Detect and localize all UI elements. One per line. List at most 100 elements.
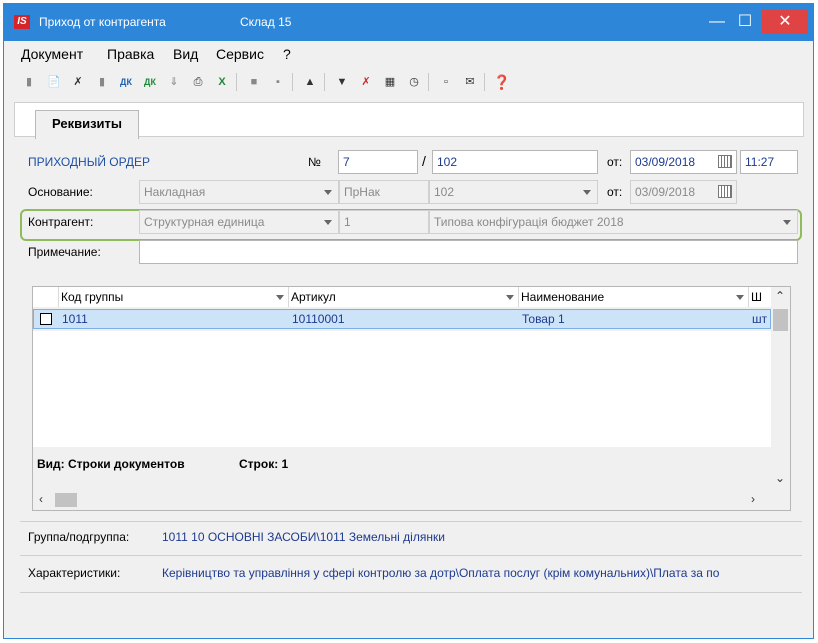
cell-name: Товар 1: [522, 312, 565, 326]
divider: [20, 592, 802, 593]
main-window: IS Приход от контрагента Склад 15 — ☐ ✕ …: [3, 3, 814, 639]
contractor-type-value: Структурная единица: [144, 215, 265, 229]
dk-debit-icon[interactable]: ДК: [140, 72, 160, 92]
delete-doc-icon[interactable]: ✗: [68, 72, 88, 92]
date-value: 03/09/2018: [635, 155, 696, 169]
column-header[interactable]: Ш: [749, 287, 771, 307]
time-field[interactable]: 11:27: [740, 150, 798, 174]
move-down-icon[interactable]: ⇓: [164, 72, 184, 92]
column-header-label: Артикул: [291, 290, 336, 304]
characteristics-label: Характеристики:: [28, 566, 121, 580]
date-field[interactable]: 03/09/2018: [630, 150, 737, 174]
scroll-left-icon[interactable]: ‹: [39, 492, 43, 506]
grid-header: Код группы Артикул Наименование Ш: [33, 287, 771, 307]
column-header-label: Наименование: [521, 290, 605, 304]
paste-icon[interactable]: ▮: [92, 72, 112, 92]
cell-unit: шт: [752, 312, 768, 326]
tree-icon[interactable]: ▲: [300, 72, 320, 92]
window-subtitle: Склад 15: [240, 15, 292, 29]
copy-icon[interactable]: ▮: [19, 72, 39, 92]
sort-icon[interactable]: [506, 295, 514, 300]
column-header[interactable]: Код группы: [59, 287, 289, 307]
chevron-down-icon: [324, 220, 332, 225]
filter-icon[interactable]: ▼: [332, 72, 352, 92]
app-logo: IS: [14, 15, 30, 29]
column-header-label: Код группы: [61, 290, 124, 304]
toolbar-separator: [292, 73, 293, 91]
history-icon[interactable]: ◷: [404, 72, 424, 92]
clear-filter-icon[interactable]: ✗: [356, 72, 376, 92]
scroll-thumb[interactable]: [773, 309, 788, 331]
calendar-icon: [718, 185, 732, 198]
menu-help[interactable]: ?: [283, 46, 291, 62]
number2-field[interactable]: 102: [432, 150, 598, 174]
minimize-icon[interactable]: —: [704, 10, 730, 34]
save-icon[interactable]: ■: [244, 72, 264, 92]
menu-service[interactable]: Сервис: [216, 46, 264, 62]
print-icon[interactable]: ⎙: [188, 72, 208, 92]
basis-label: Основание:: [28, 185, 93, 199]
table-row[interactable]: 1011 10110001 Товар 1 шт: [33, 309, 771, 329]
grid-view-label: Вид: Строки документов: [37, 457, 185, 471]
toolbar-separator: [428, 73, 429, 91]
table-icon[interactable]: ▦: [380, 72, 400, 92]
vertical-scrollbar[interactable]: ⌃ ⌄: [771, 287, 790, 487]
tab-requisites[interactable]: Реквизиты: [35, 110, 139, 139]
dk-icon[interactable]: ДК: [116, 72, 136, 92]
help-icon[interactable]: ❓: [492, 72, 512, 92]
toolbar-separator: [484, 73, 485, 91]
contractor-type-select: Структурная единица: [139, 210, 339, 234]
basis-number-value: 102: [434, 185, 455, 199]
contractor-name-value: Типова конфігурація бюджет 2018: [434, 215, 624, 229]
select-column-header[interactable]: [33, 287, 59, 307]
basis-date-label: от:: [607, 185, 623, 199]
maximize-icon[interactable]: ☐: [732, 10, 758, 34]
sort-icon[interactable]: [736, 295, 744, 300]
group-value: 1011 10 ОСНОВНІ ЗАСОБИ\1011 Земельні діл…: [162, 530, 445, 544]
column-header[interactable]: Артикул: [289, 287, 519, 307]
basis-code-field: ПрНак: [339, 180, 429, 204]
menu-edit[interactable]: Правка: [107, 46, 154, 62]
cell-group-code: 1011: [62, 312, 88, 326]
order-type-label: ПРИХОДНЫЙ ОРДЕР: [28, 155, 150, 169]
number-label: №: [308, 155, 321, 169]
note-label: Примечание:: [28, 245, 101, 259]
scroll-thumb[interactable]: [55, 493, 77, 507]
excel-icon[interactable]: X: [212, 72, 232, 92]
cell-article: 10110001: [292, 312, 345, 326]
scroll-up-icon[interactable]: ⌃: [775, 289, 785, 303]
scroll-right-icon[interactable]: ›: [751, 492, 755, 506]
divider: [20, 521, 802, 522]
chevron-down-icon: [583, 190, 591, 195]
grid-empty-area: [33, 331, 771, 447]
chevron-down-icon: [324, 190, 332, 195]
contractor-name-select: Типова конфігурація бюджет 2018: [429, 210, 798, 234]
column-header[interactable]: Наименование: [519, 287, 749, 307]
row-checkbox[interactable]: [40, 313, 52, 325]
close-icon[interactable]: ✕: [762, 10, 808, 34]
mail-icon[interactable]: ✉: [460, 72, 480, 92]
calendar-icon[interactable]: [718, 155, 732, 168]
toolbar-separator: [236, 73, 237, 91]
toolbar-separator: [324, 73, 325, 91]
toolbar: ▮ 📄 ✗ ▮ ДК ДК ⇓ ⎙ X ■ ▪ ▲ ▼ ✗ ▦ ◷ ▫ ✉ ❓: [4, 67, 813, 97]
menu-view[interactable]: Вид: [173, 46, 198, 62]
scroll-down-icon[interactable]: ⌄: [775, 471, 785, 485]
menu-document[interactable]: Документ: [21, 46, 83, 62]
number-slash: /: [422, 153, 426, 169]
basis-number-select: 102: [429, 180, 598, 204]
divider: [20, 555, 802, 556]
basis-type-value: Накладная: [144, 185, 206, 199]
characteristics-value: Керівництво та управління у сфері контро…: [162, 566, 720, 580]
note-field[interactable]: [139, 240, 798, 264]
document-icon[interactable]: ▫: [436, 72, 456, 92]
sort-icon[interactable]: [276, 295, 284, 300]
contractor-label: Контрагент:: [28, 215, 94, 229]
horizontal-scrollbar[interactable]: ‹ ›: [33, 490, 790, 510]
grid-rows-count: Строк: 1: [239, 457, 289, 471]
number-field[interactable]: 7: [338, 150, 418, 174]
new-doc-icon[interactable]: 📄: [44, 72, 64, 92]
basis-date-field: 03/09/2018: [630, 180, 737, 204]
stamp-icon[interactable]: ▪: [268, 72, 288, 92]
group-label: Группа/подгруппа:: [28, 530, 130, 544]
